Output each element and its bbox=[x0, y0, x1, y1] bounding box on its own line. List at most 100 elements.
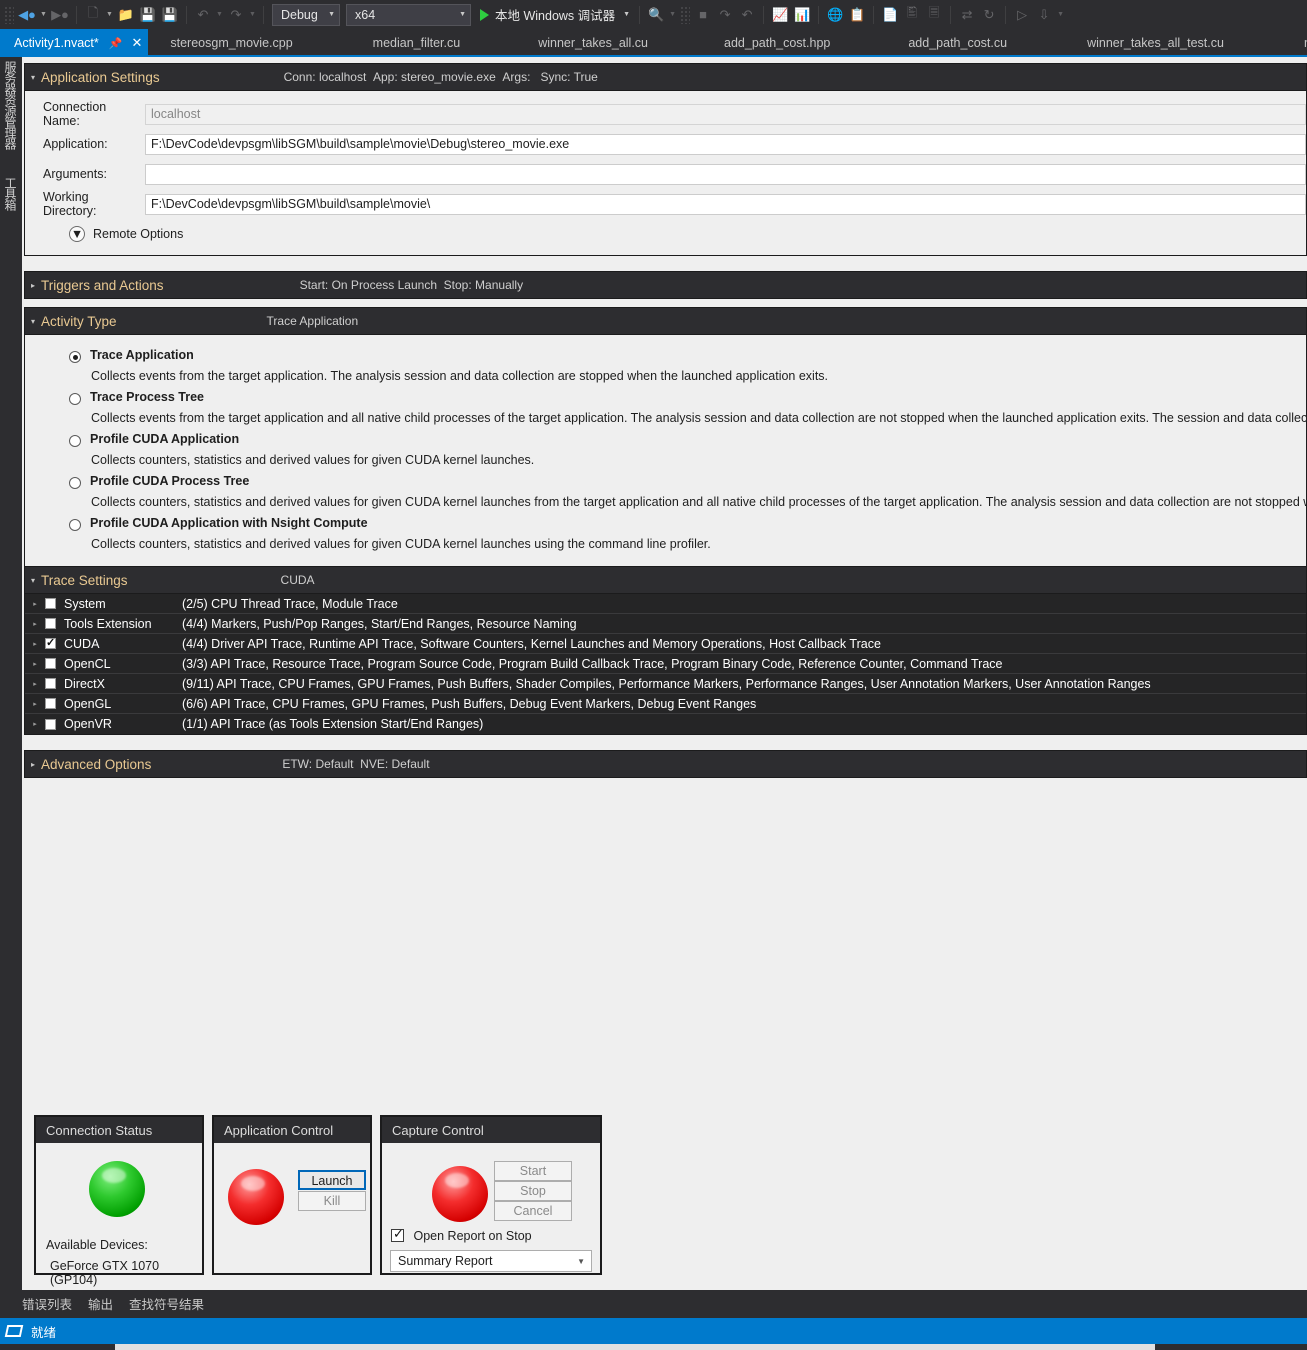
search-icon[interactable]: 🔍 bbox=[645, 4, 667, 26]
toolbar-overflow-icon-2[interactable]: ▼ bbox=[1055, 11, 1066, 18]
radio-profile-cuda-process-tree[interactable]: Profile CUDA Process Tree bbox=[25, 474, 1306, 495]
table-row[interactable]: ▸ OpenGL (6/6) API Trace, CPU Frames, GP… bbox=[25, 694, 1306, 714]
bottom-tab-error-list[interactable]: 错误列表 bbox=[22, 1294, 73, 1321]
open-report-checkbox[interactable] bbox=[391, 1226, 404, 1242]
save-all-icon[interactable]: 💾 bbox=[159, 4, 181, 26]
expand-triangle-icon[interactable]: ▸ bbox=[25, 640, 45, 648]
close-icon[interactable]: ✕ bbox=[131, 35, 142, 51]
download-icon[interactable]: ⇩ bbox=[1033, 4, 1055, 26]
dock-server-explorer[interactable]: 服务器资源管理器 bbox=[2, 61, 19, 149]
table-row[interactable]: ▸ Tools Extension (4/4) Markers, Push/Po… bbox=[25, 614, 1306, 634]
activity-type-header[interactable]: ▾ Activity Type Trace Application bbox=[24, 307, 1307, 335]
report-icon[interactable]: 📋 bbox=[846, 4, 868, 26]
row-checkbox[interactable] bbox=[45, 658, 56, 669]
open-report-on-stop-row[interactable]: Open Report on Stop bbox=[391, 1226, 532, 1243]
expand-triangle-icon[interactable]: ▸ bbox=[25, 660, 45, 668]
row-checkbox[interactable] bbox=[45, 618, 56, 629]
navigate-back-dropdown-icon[interactable]: ▼ bbox=[38, 11, 49, 18]
application-input[interactable]: F:\DevCode\devpsgm\libSGM\build\sample\m… bbox=[145, 133, 1306, 155]
redo-dropdown-icon[interactable]: ▼ bbox=[247, 11, 258, 18]
chart2-icon[interactable]: 📊 bbox=[791, 4, 813, 26]
toolbar-grip[interactable] bbox=[4, 5, 14, 24]
row-checkbox[interactable] bbox=[45, 678, 56, 689]
pdf-icon[interactable]: 🖺 bbox=[901, 4, 923, 26]
triggers-and-actions-header[interactable]: ▸ Triggers and Actions Start: On Process… bbox=[24, 271, 1307, 299]
row-checkbox[interactable] bbox=[45, 598, 56, 609]
radio-trace-process-tree[interactable]: Trace Process Tree bbox=[25, 390, 1306, 411]
undo-dropdown-icon[interactable]: ▼ bbox=[214, 11, 225, 18]
radio-profile-cuda-application[interactable]: Profile CUDA Application bbox=[25, 432, 1306, 453]
bottom-tab-find-symbol-results[interactable]: 查找符号结果 bbox=[129, 1294, 205, 1321]
collapse-triangle-icon[interactable]: ▾ bbox=[25, 73, 41, 82]
toolbar-overflow-icon[interactable]: ▼ bbox=[667, 11, 678, 18]
collapse-triangle-icon[interactable]: ▾ bbox=[25, 317, 41, 326]
table-row[interactable]: ▸ CUDA (4/4) Driver API Trace, Runtime A… bbox=[25, 634, 1306, 654]
step-into-icon[interactable]: ↶ bbox=[736, 4, 758, 26]
advanced-options-header[interactable]: ▸ Advanced Options ETW: Default NVE: Def… bbox=[24, 750, 1307, 778]
horizontal-scrollbar[interactable] bbox=[0, 1344, 1307, 1350]
scrollbar-thumb[interactable] bbox=[115, 1344, 1155, 1350]
expand-triangle-icon[interactable]: ▸ bbox=[25, 600, 45, 608]
capture-cancel-button[interactable]: Cancel bbox=[494, 1201, 572, 1221]
chart-icon[interactable]: 📈 bbox=[769, 4, 791, 26]
report-type-dropdown[interactable]: Summary Report ▼ bbox=[390, 1250, 592, 1272]
tab-add-path-cost-hpp[interactable]: add_path_cost.hpp bbox=[686, 29, 868, 57]
redo-icon[interactable]: ↷ bbox=[225, 4, 247, 26]
step-over-icon[interactable]: ↷ bbox=[714, 4, 736, 26]
working-directory-input[interactable]: F:\DevCode\devpsgm\libSGM\build\sample\m… bbox=[145, 193, 1306, 215]
expand-triangle-icon[interactable]: ▸ bbox=[25, 620, 45, 628]
launch-button[interactable]: Launch bbox=[298, 1170, 366, 1190]
web-icon[interactable]: 🌐 bbox=[824, 4, 846, 26]
open-folder-icon[interactable]: 📁 bbox=[115, 4, 137, 26]
tab-stereosgm-movie-cpp[interactable]: stereosgm_movie.cpp bbox=[148, 29, 332, 57]
word-icon[interactable]: 🗏 bbox=[923, 4, 945, 26]
tab-winner-takes-all-test-cu[interactable]: winner_takes_all_test.cu bbox=[1047, 29, 1264, 57]
table-row[interactable]: ▸ System (2/5) CPU Thread Trace, Module … bbox=[25, 594, 1306, 614]
connection-name-input[interactable]: localhost bbox=[145, 103, 1306, 125]
expand-triangle-icon[interactable]: ▸ bbox=[25, 680, 45, 688]
start-debugging-button[interactable]: 本地 Windows 调试器 ▼ bbox=[474, 4, 634, 26]
kill-button[interactable]: Kill bbox=[298, 1191, 366, 1211]
tab-median-filter-cu[interactable]: median_filter.cu bbox=[333, 29, 501, 57]
expand-triangle-icon[interactable]: ▸ bbox=[25, 700, 45, 708]
arguments-input[interactable] bbox=[145, 163, 1306, 185]
capture-start-button[interactable]: Start bbox=[494, 1161, 572, 1181]
radio-profile-cuda-nsight-compute[interactable]: Profile CUDA Application with Nsight Com… bbox=[25, 516, 1306, 537]
toolbar-grip-2[interactable] bbox=[680, 5, 691, 24]
application-settings-header[interactable]: ▾ Application Settings Conn: localhost A… bbox=[24, 63, 1307, 91]
chevron-down-icon[interactable]: ▼ bbox=[623, 11, 630, 18]
expand-triangle-icon[interactable]: ▸ bbox=[25, 720, 45, 728]
tab-winner-takes-all-cu[interactable]: winner_takes_all.cu bbox=[500, 29, 686, 57]
table-row[interactable]: ▸ OpenCL (3/3) API Trace, Resource Trace… bbox=[25, 654, 1306, 674]
row-checkbox[interactable] bbox=[45, 636, 56, 649]
pin-icon[interactable]: 📌 bbox=[109, 37, 123, 50]
radio-trace-application[interactable]: Trace Application bbox=[25, 348, 1306, 369]
play-outline-icon[interactable]: ▷ bbox=[1011, 4, 1033, 26]
expand-triangle-icon[interactable]: ▸ bbox=[25, 281, 41, 290]
refresh-icon[interactable]: ↻ bbox=[978, 4, 1000, 26]
start-activity-icon[interactable]: ■ bbox=[692, 4, 714, 26]
trace-settings-header[interactable]: ▾ Trace Settings CUDA bbox=[24, 566, 1307, 594]
navigate-forward-icon[interactable]: ▶● bbox=[49, 4, 71, 26]
tab-activity1[interactable]: Activity1.nvact* 📌 ✕ bbox=[0, 29, 149, 57]
undo-icon[interactable]: ↶ bbox=[192, 4, 214, 26]
table-row[interactable]: ▸ DirectX (9/11) API Trace, CPU Frames, … bbox=[25, 674, 1306, 694]
platform-combo[interactable]: x64 ▼ bbox=[346, 3, 471, 26]
configuration-combo[interactable]: Debug ▼ bbox=[272, 3, 340, 26]
table-row[interactable]: ▸ OpenVR (1/1) API Trace (as Tools Exten… bbox=[25, 714, 1306, 734]
new-item-icon[interactable]: 🗋 bbox=[82, 4, 104, 26]
row-checkbox[interactable] bbox=[45, 718, 56, 730]
export-icon[interactable]: 📄 bbox=[879, 4, 901, 26]
tab-main-cpp[interactable]: main.cpp bbox=[1264, 29, 1307, 57]
collapse-triangle-icon[interactable]: ▾ bbox=[25, 576, 41, 585]
expand-triangle-icon[interactable]: ▸ bbox=[25, 760, 41, 769]
capture-stop-button[interactable]: Stop bbox=[494, 1181, 572, 1201]
navigate-back-icon[interactable]: ◀● bbox=[16, 4, 38, 26]
dock-toolbox[interactable]: 工具箱 bbox=[2, 177, 19, 210]
tab-add-path-cost-cu[interactable]: add_path_cost.cu bbox=[868, 29, 1047, 57]
remote-options-toggle[interactable]: ▼ Remote Options bbox=[25, 219, 1306, 249]
sync-icon[interactable]: ⇄ bbox=[956, 4, 978, 26]
row-checkbox[interactable] bbox=[45, 698, 56, 709]
bottom-tab-output[interactable]: 输出 bbox=[88, 1294, 114, 1321]
new-item-dropdown-icon[interactable]: ▼ bbox=[104, 11, 115, 18]
